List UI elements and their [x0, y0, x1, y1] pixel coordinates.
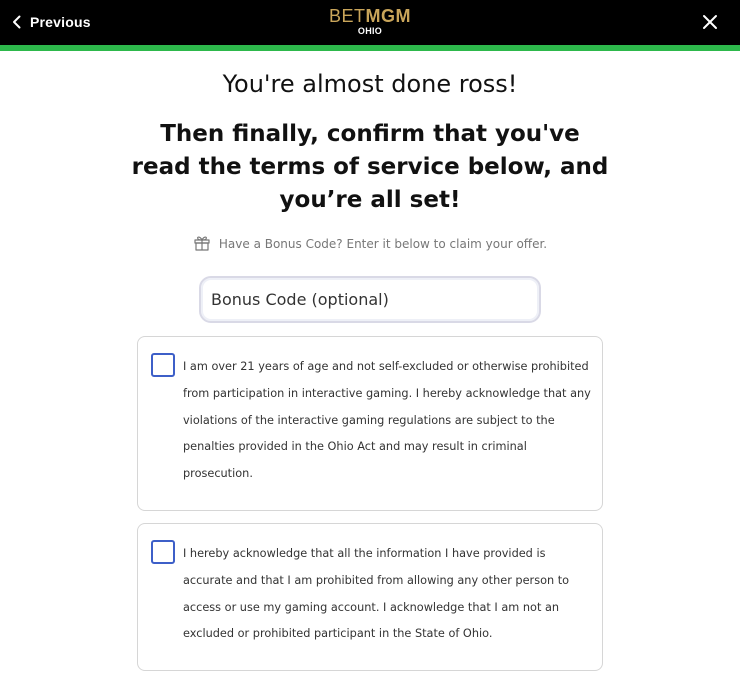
close-button[interactable]: [702, 14, 718, 30]
age-confirmation-checkbox[interactable]: [151, 353, 175, 377]
top-bar: Previous BETMGM OHIO: [0, 0, 740, 45]
terms-card-accuracy: I hereby acknowledge that all the inform…: [137, 523, 603, 671]
betmgm-logo: BETMGM OHIO: [0, 7, 740, 36]
terms-headline: Then finally, confirm that you've read t…: [131, 121, 609, 213]
logo-state-text: OHIO: [357, 26, 383, 36]
progress-accent-bar: [0, 45, 740, 51]
bonus-hint: Have a Bonus Code? Enter it below to cla…: [0, 233, 740, 255]
age-confirmation-text: I am over 21 years of age and not self-e…: [183, 360, 591, 481]
accuracy-confirmation-text: I hereby acknowledge that all the inform…: [183, 547, 570, 641]
bonus-hint-text: Have a Bonus Code? Enter it below to cla…: [218, 237, 548, 251]
accuracy-confirmation-checkbox[interactable]: [151, 540, 175, 564]
logo-bet-text: BET: [328, 6, 366, 26]
close-icon: [702, 15, 718, 34]
logo-mgm-text: MGM: [365, 6, 411, 26]
greeting-title: You're almost done ross!: [222, 70, 518, 98]
terms-card-age: I am over 21 years of age and not self-e…: [137, 336, 603, 511]
bonus-code-input[interactable]: [199, 276, 541, 323]
gift-icon: [193, 233, 211, 255]
